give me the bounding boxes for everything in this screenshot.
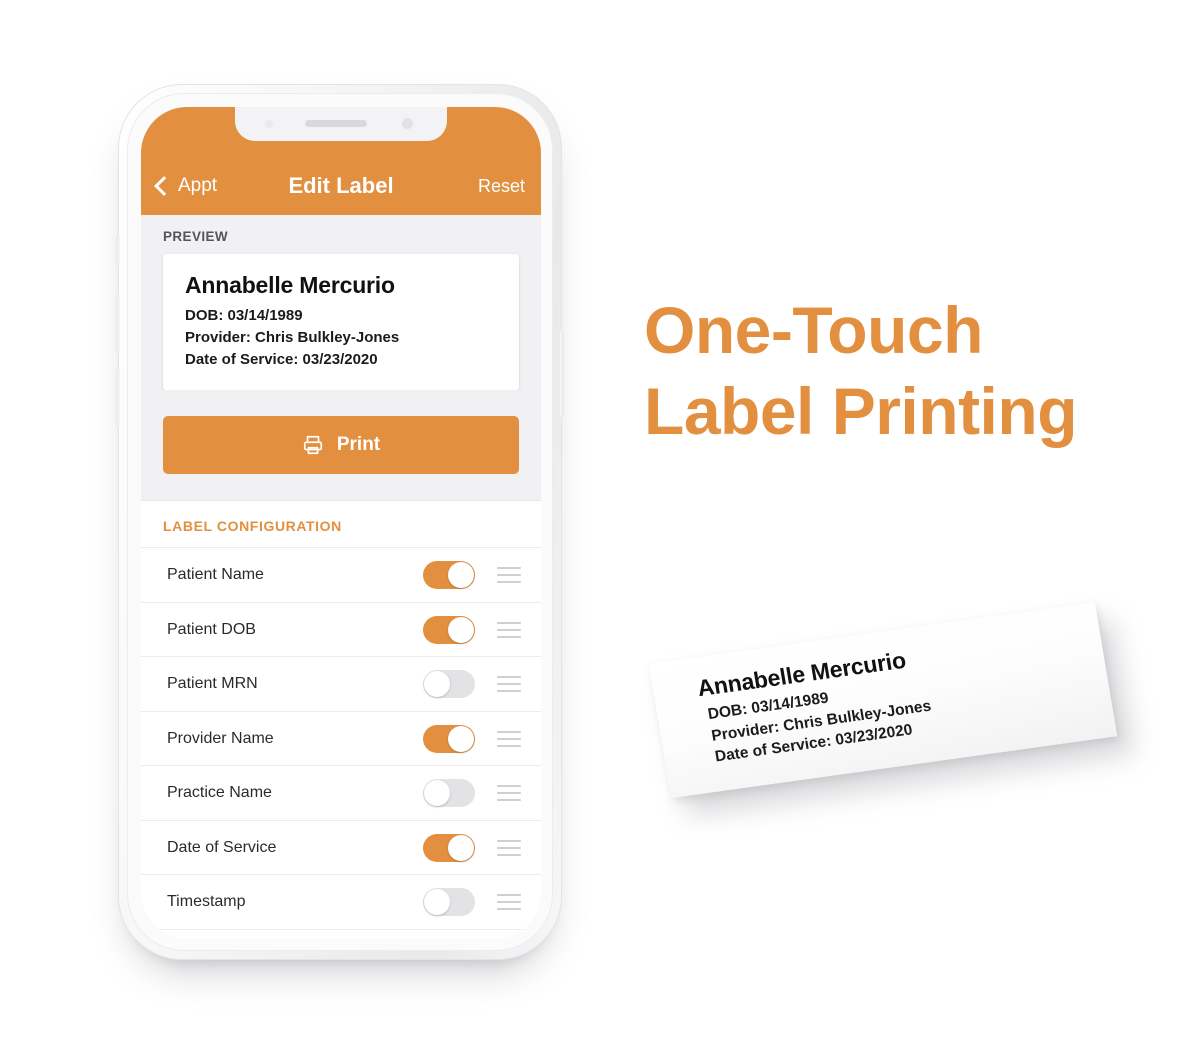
- print-button-label: Print: [336, 434, 381, 456]
- phone-notch: [235, 107, 447, 141]
- headline-line-2: Label Printing: [644, 373, 1078, 448]
- front-camera-icon: [402, 118, 413, 129]
- config-row: Patient DOB: [141, 601, 541, 657]
- config-row: Custom Text: [141, 928, 541, 939]
- phone-silent-switch[interactable]: [116, 235, 120, 265]
- marketing-headline: One-Touch Label Printing: [644, 290, 1144, 451]
- config-row: Provider Name: [141, 710, 541, 766]
- phone-volume-up-button[interactable]: [116, 295, 120, 353]
- config-toggle[interactable]: [423, 888, 475, 916]
- chevron-left-icon: [154, 176, 174, 196]
- reorder-handle-icon[interactable]: [497, 567, 521, 583]
- toggle-knob: [448, 562, 474, 588]
- print-button-container: Print: [141, 390, 541, 501]
- print-button[interactable]: Print: [163, 416, 519, 475]
- printer-icon: [303, 436, 322, 455]
- toggle-knob: [448, 616, 474, 643]
- config-row: Date of Service: [141, 819, 541, 875]
- toggle-knob: [424, 780, 450, 806]
- config-toggle[interactable]: [423, 670, 475, 698]
- preview-patient-name: Annabelle Mercurio: [185, 272, 395, 298]
- preview-section-title: PREVIEW: [163, 229, 229, 244]
- toggle-knob: [424, 889, 450, 915]
- config-toggle[interactable]: [423, 724, 475, 753]
- phone-mockup: Appt Edit Label Reset PREVIEW Annabelle …: [116, 84, 564, 960]
- reorder-handle-icon[interactable]: [497, 730, 521, 747]
- config-row-label: Date of Service: [167, 838, 277, 856]
- config-row-label: Provider Name: [167, 729, 274, 747]
- config-row: Patient Name: [141, 547, 541, 602]
- config-toggle[interactable]: [423, 561, 475, 589]
- config-row-label: Timestamp: [167, 893, 246, 910]
- reorder-handle-icon[interactable]: [497, 676, 521, 692]
- config-row: Practice Name: [141, 765, 541, 820]
- config-toggle[interactable]: [423, 779, 475, 807]
- toggle-knob: [424, 671, 450, 697]
- toggle-knob: [448, 834, 474, 861]
- preview-date-of-service: Date of Service: 03/23/2020: [185, 350, 378, 368]
- config-toggle[interactable]: [423, 615, 475, 644]
- back-button[interactable]: Appt: [154, 175, 218, 197]
- headline-line-1: One-Touch: [644, 293, 983, 367]
- config-row-label: Patient DOB: [167, 620, 256, 638]
- preview-provider: Provider: Chris Bulkley-Jones: [185, 328, 400, 346]
- reorder-handle-icon[interactable]: [497, 785, 521, 801]
- label-preview-card: Annabelle Mercurio DOB: 03/14/1989 Provi…: [163, 254, 519, 391]
- config-row: Patient MRN: [141, 656, 541, 711]
- phone-body: Appt Edit Label Reset PREVIEW Annabelle …: [116, 84, 564, 960]
- reorder-handle-icon[interactable]: [497, 839, 521, 856]
- phone-volume-down-button[interactable]: [116, 369, 120, 427]
- config-toggle[interactable]: [423, 833, 475, 862]
- toggle-knob: [448, 725, 474, 752]
- printed-label-sticker: Annabelle Mercurio DOB: 03/14/1989 Provi…: [648, 601, 1118, 799]
- printed-label-illustration: Annabelle Mercurio DOB: 03/14/1989 Provi…: [640, 596, 1150, 846]
- back-button-label: Appt: [178, 175, 218, 196]
- reset-button[interactable]: Reset: [478, 176, 525, 197]
- config-row-label: Patient Name: [167, 566, 264, 583]
- preview-dob: DOB: 03/14/1989: [185, 307, 303, 324]
- reorder-handle-icon[interactable]: [497, 894, 521, 910]
- phone-screen: Appt Edit Label Reset PREVIEW Annabelle …: [141, 107, 541, 939]
- earpiece-speaker-icon: [305, 120, 368, 127]
- config-row-label: Patient MRN: [167, 675, 258, 692]
- preview-section: PREVIEW Annabelle Mercurio DOB: 03/14/19…: [141, 215, 541, 391]
- config-row: Timestamp: [141, 874, 541, 929]
- proximity-sensor-icon: [265, 120, 273, 128]
- reorder-handle-icon[interactable]: [497, 621, 521, 638]
- config-row-label: Practice Name: [167, 784, 272, 801]
- configuration-section-title: LABEL CONFIGURATION: [141, 500, 541, 548]
- configuration-list: Patient Name Patient DOB Patient MRN Provid…: [141, 547, 541, 939]
- navigation-bar: Appt Edit Label Reset: [141, 107, 541, 215]
- phone-power-button[interactable]: [560, 331, 564, 417]
